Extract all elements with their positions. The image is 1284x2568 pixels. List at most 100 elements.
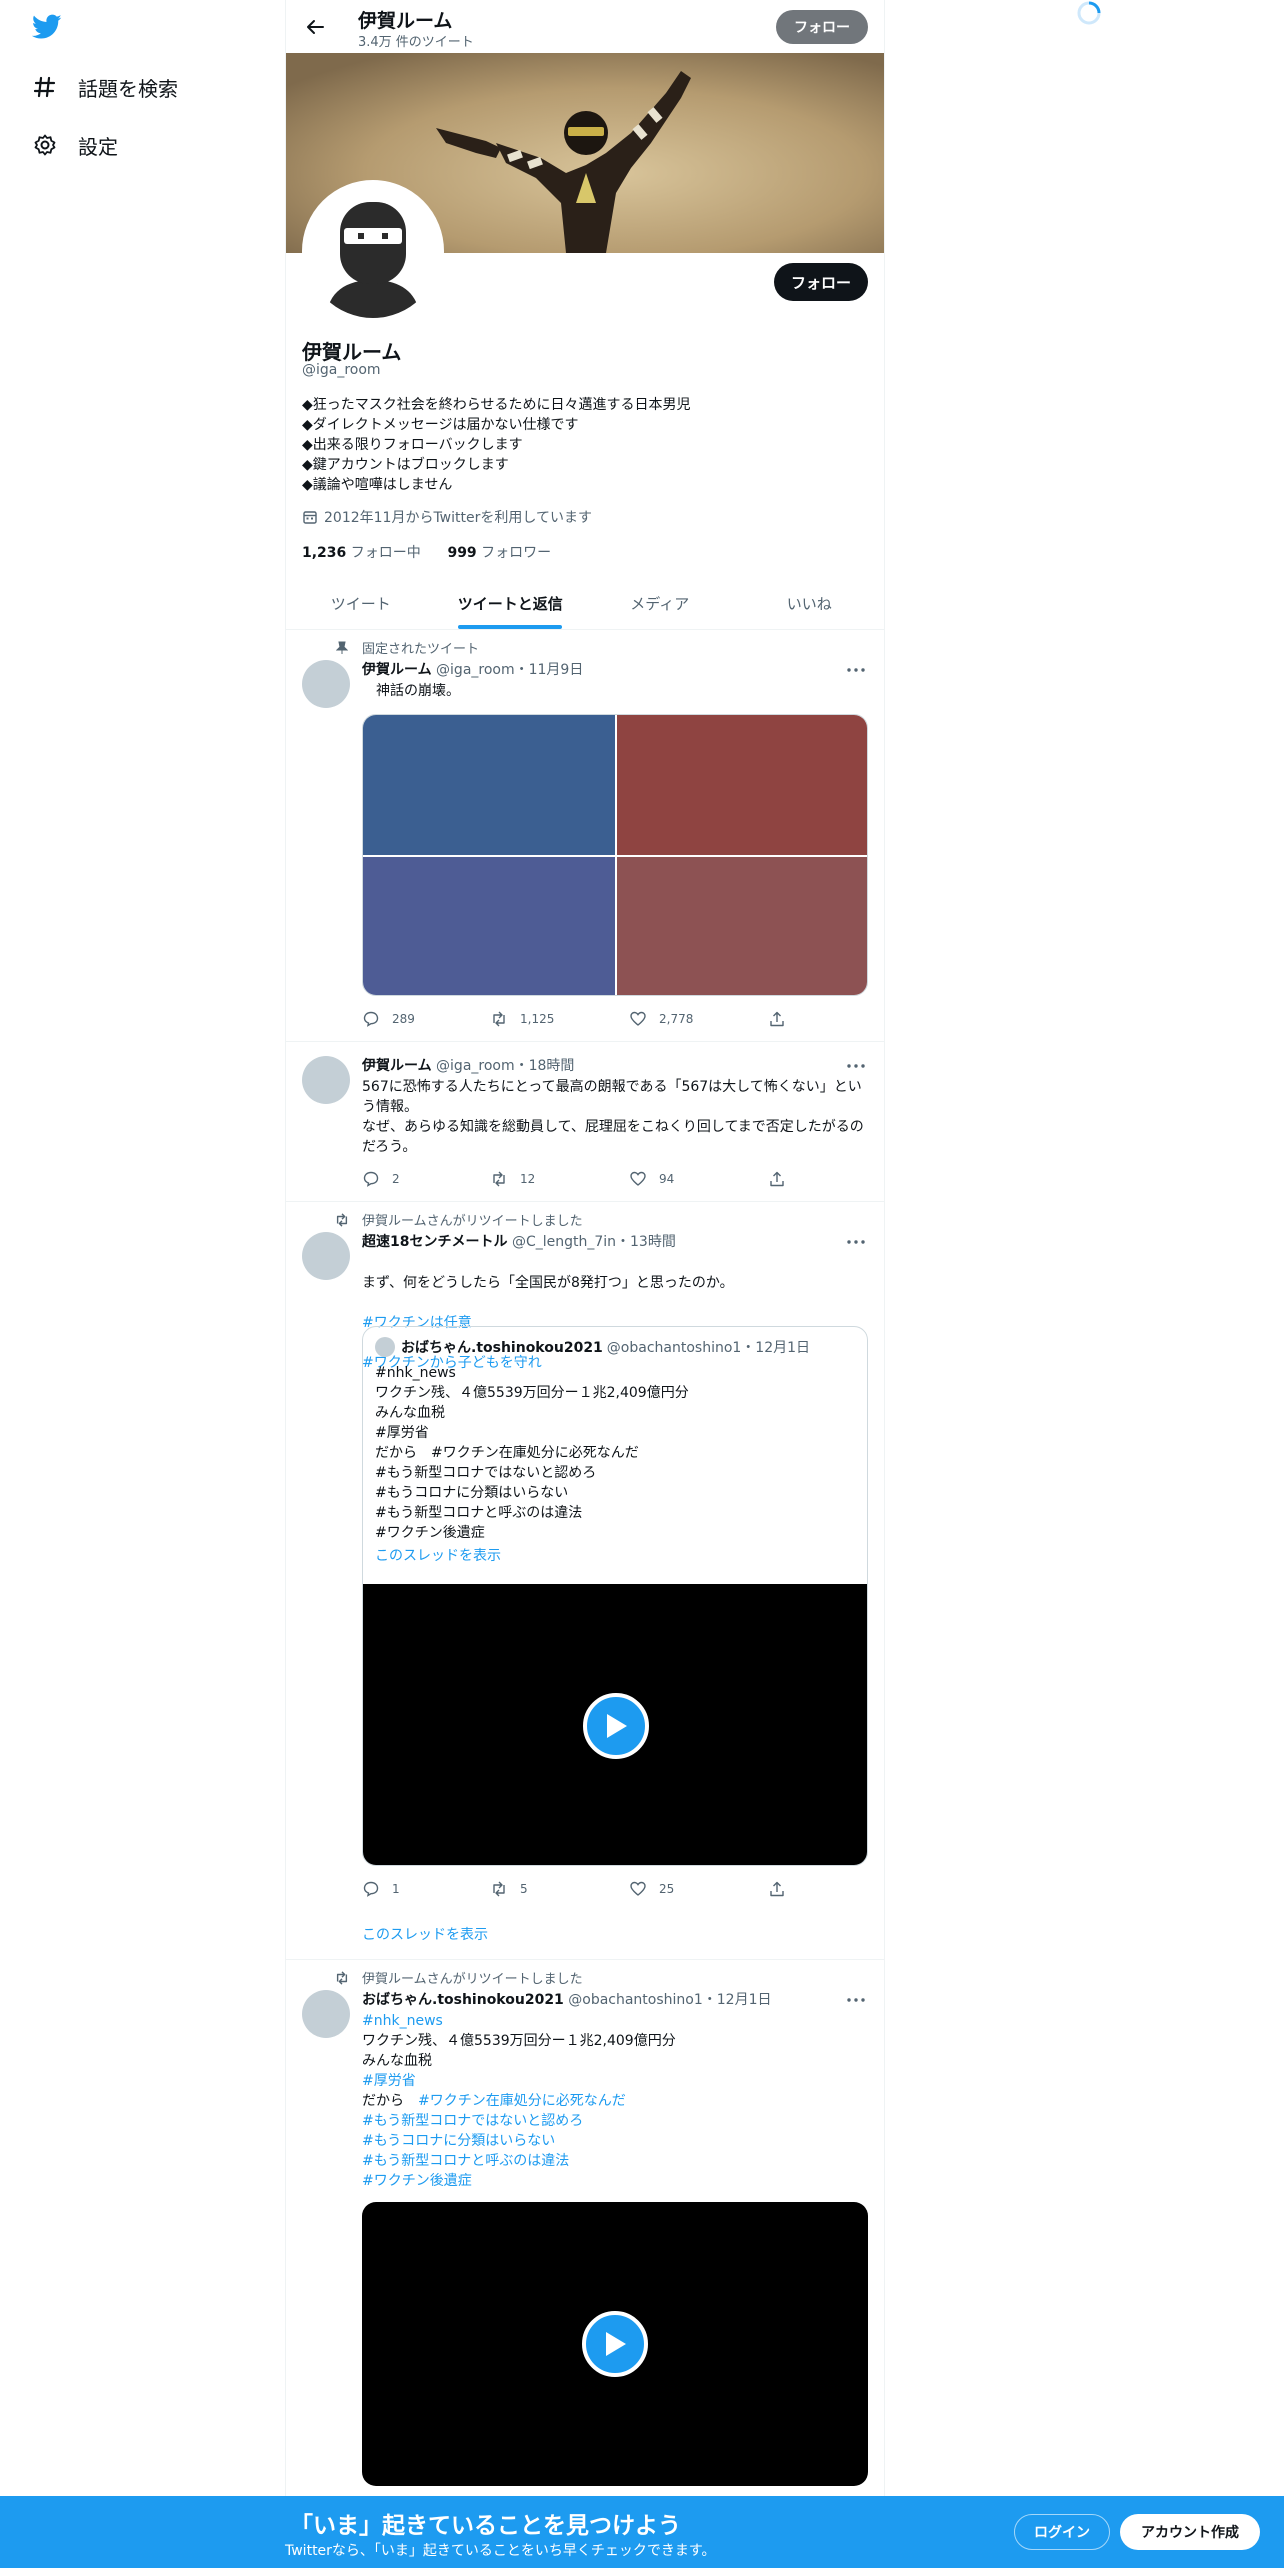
media-image-2[interactable] (617, 715, 867, 855)
retweet-button[interactable]: 12 (490, 1170, 535, 1188)
followers-link[interactable]: 999 フォロワー (447, 545, 551, 561)
tweet-context: 伊賀ルームさんがリツイートしました (336, 1210, 583, 1229)
header-follow-button[interactable]: フォロー (776, 10, 868, 44)
media-image-1[interactable] (363, 715, 615, 855)
profile-avatar[interactable] (302, 180, 444, 322)
author-name[interactable]: 超速18センチメートル (362, 1234, 507, 1250)
nav-explore[interactable]: 話題を検索 (32, 67, 178, 107)
profile-header-bar: 伊賀ルーム 3.4万 件のツイート フォロー (286, 0, 884, 53)
avatar[interactable] (302, 1056, 350, 1104)
quoted-author-name: おばちゃん.toshinokou2021 (401, 1340, 603, 1356)
tweet-header: 伊賀ルーム @iga_room・11月9日 (362, 659, 583, 679)
share-button[interactable] (768, 1010, 798, 1028)
video-player[interactable] (362, 2202, 868, 2486)
retweet-icon (490, 1170, 508, 1188)
hashtag-link[interactable]: #もうコロナに分類はいらない (362, 2131, 868, 2151)
heart-icon (629, 1170, 647, 1188)
left-navigation: 話題を検索 設定 (0, 0, 285, 2568)
tweet-text: #nhk_news ワクチン残、４億5539万回分ー１兆2,409億円分 みんな… (362, 2011, 868, 2191)
back-arrow-icon[interactable] (302, 14, 328, 40)
author-name[interactable]: 伊賀ルーム (362, 662, 432, 678)
create-account-button[interactable]: アカウント作成 (1120, 2514, 1260, 2550)
signup-banner-subtitle: Twitterなら、「いま」起きていることをいち早くチェックできます。 (285, 2543, 716, 2559)
retweet-button[interactable]: 1,125 (490, 1010, 554, 1028)
author-meta: @iga_room・18時間 (436, 1058, 575, 1074)
quoted-show-thread-link[interactable]: このスレッドを表示 (375, 1545, 501, 1565)
like-button[interactable]: 25 (629, 1880, 674, 1898)
follow-button[interactable]: フォロー (774, 263, 868, 301)
tweet-retweeted[interactable]: 伊賀ルームさんがリツイートしました おばちゃん.toshinokou2021 @… (286, 1960, 884, 2496)
author-meta: @C_length_7in・13時間 (511, 1234, 676, 1250)
retweet-icon (490, 1880, 508, 1898)
hashtag-link[interactable]: #厚労省 (362, 2071, 868, 2091)
nav-settings-label: 設定 (78, 134, 118, 159)
author-name[interactable]: 伊賀ルーム (362, 1058, 432, 1074)
media-image-4[interactable] (617, 857, 867, 995)
tab-media[interactable]: メディア (585, 578, 735, 629)
show-thread-link[interactable]: このスレッドを表示 (362, 1924, 488, 1944)
retweet-icon (334, 1970, 350, 1986)
tweet-pinned[interactable]: 固定されたツイート 伊賀ルーム @iga_room・11月9日 神話の崩壊。 2… (286, 630, 884, 1042)
play-icon[interactable] (582, 2311, 648, 2377)
quoted-author-meta: @obachantoshino1・12月1日 (606, 1340, 811, 1356)
tweet[interactable]: 伊賀ルーム @iga_room・18時間 567に恐怖する人たちにとって最高の朗… (286, 1042, 884, 1202)
quoted-tweet-header: おばちゃん.toshinokou2021 @obachantoshino1・12… (375, 1337, 810, 1357)
avatar[interactable] (302, 1990, 350, 2038)
media-image-3[interactable] (363, 857, 615, 995)
header-tweet-count: 3.4万 件のツイート (358, 35, 474, 50)
tweet-media-grid[interactable] (362, 714, 868, 996)
avatar[interactable] (302, 1232, 350, 1280)
hashtag-link[interactable]: #もう新型コロナと呼ぶのは違法 (362, 2151, 868, 2171)
share-icon (768, 1010, 786, 1028)
tweet-actions: 2 12 94 (362, 1170, 812, 1190)
hashtag-link[interactable]: #ワクチン在庫処分に必死なんだ (418, 2093, 626, 2109)
tweet-text: 神話の崩壊。 (362, 683, 460, 699)
loading-spinner-icon (1074, 0, 1104, 26)
tweet-retweeted[interactable]: 伊賀ルームさんがリツイートしました 超速18センチメートル @C_length_… (286, 1202, 884, 1960)
more-icon[interactable] (846, 660, 866, 680)
avatar[interactable] (302, 660, 350, 708)
twitter-bird-icon[interactable] (31, 14, 66, 44)
reply-button[interactable]: 2 (362, 1170, 400, 1188)
play-icon[interactable] (583, 1692, 649, 1759)
following-link[interactable]: 1,236 フォロー中 (302, 545, 421, 561)
tab-tweets[interactable]: ツイート (286, 578, 436, 629)
share-button[interactable] (768, 1880, 798, 1898)
gear-icon (32, 132, 58, 158)
tab-tweets-and-replies[interactable]: ツイートと返信 (436, 578, 586, 629)
hashtag-link[interactable]: #もう新型コロナではないと認めろ (362, 2111, 868, 2131)
share-button[interactable] (768, 1170, 798, 1188)
retweet-button[interactable]: 5 (490, 1880, 528, 1898)
login-button[interactable]: ログイン (1014, 2514, 1110, 2550)
author-name[interactable]: おばちゃん.toshinokou2021 (362, 1992, 564, 2008)
profile-handle: @iga_room (302, 362, 381, 378)
signup-banner-title: 「いま」起きていることを見つけよう (290, 2513, 681, 2539)
profile-joined: 2012年11月からTwitterを利用しています (302, 507, 592, 527)
profile-name: 伊賀ルーム (302, 340, 402, 364)
reply-icon (362, 1880, 380, 1898)
reply-button[interactable]: 1 (362, 1880, 400, 1898)
author-meta: @iga_room・11月9日 (436, 662, 584, 678)
tab-likes[interactable]: いいね (735, 578, 885, 629)
header-name: 伊賀ルーム (358, 10, 453, 32)
more-icon[interactable] (846, 1056, 866, 1076)
calendar-icon (302, 509, 318, 525)
reply-button[interactable]: 289 (362, 1010, 415, 1028)
profile-joined-text: 2012年11月からTwitterを利用しています (324, 510, 592, 526)
like-button[interactable]: 2,778 (629, 1010, 693, 1028)
more-icon[interactable] (846, 1990, 866, 2010)
more-icon[interactable] (846, 1232, 866, 1252)
tweet-context: 伊賀ルームさんがリツイートしました (336, 1968, 583, 1987)
video-player[interactable] (363, 1584, 867, 1865)
nav-settings[interactable]: 設定 (32, 125, 118, 165)
tweet-header: 超速18センチメートル @C_length_7in・13時間 (362, 1231, 676, 1251)
profile-stats: 1,236 フォロー中 999 フォロワー (302, 542, 551, 562)
author-meta: @obachantoshino1・12月1日 (568, 1992, 772, 2008)
hashtag-link[interactable]: #ワクチン後遺症 (362, 2171, 868, 2191)
hashtag-link[interactable]: #nhk_news (362, 2011, 868, 2031)
share-icon (768, 1170, 786, 1188)
like-button[interactable]: 94 (629, 1170, 674, 1188)
main-column: 伊賀ルーム 3.4万 件のツイート フォロー フォロー 伊賀ルーム @iga_r… (285, 0, 885, 2568)
quoted-tweet[interactable]: おばちゃん.toshinokou2021 @obachantoshino1・12… (362, 1326, 868, 1866)
heart-icon (629, 1010, 647, 1028)
